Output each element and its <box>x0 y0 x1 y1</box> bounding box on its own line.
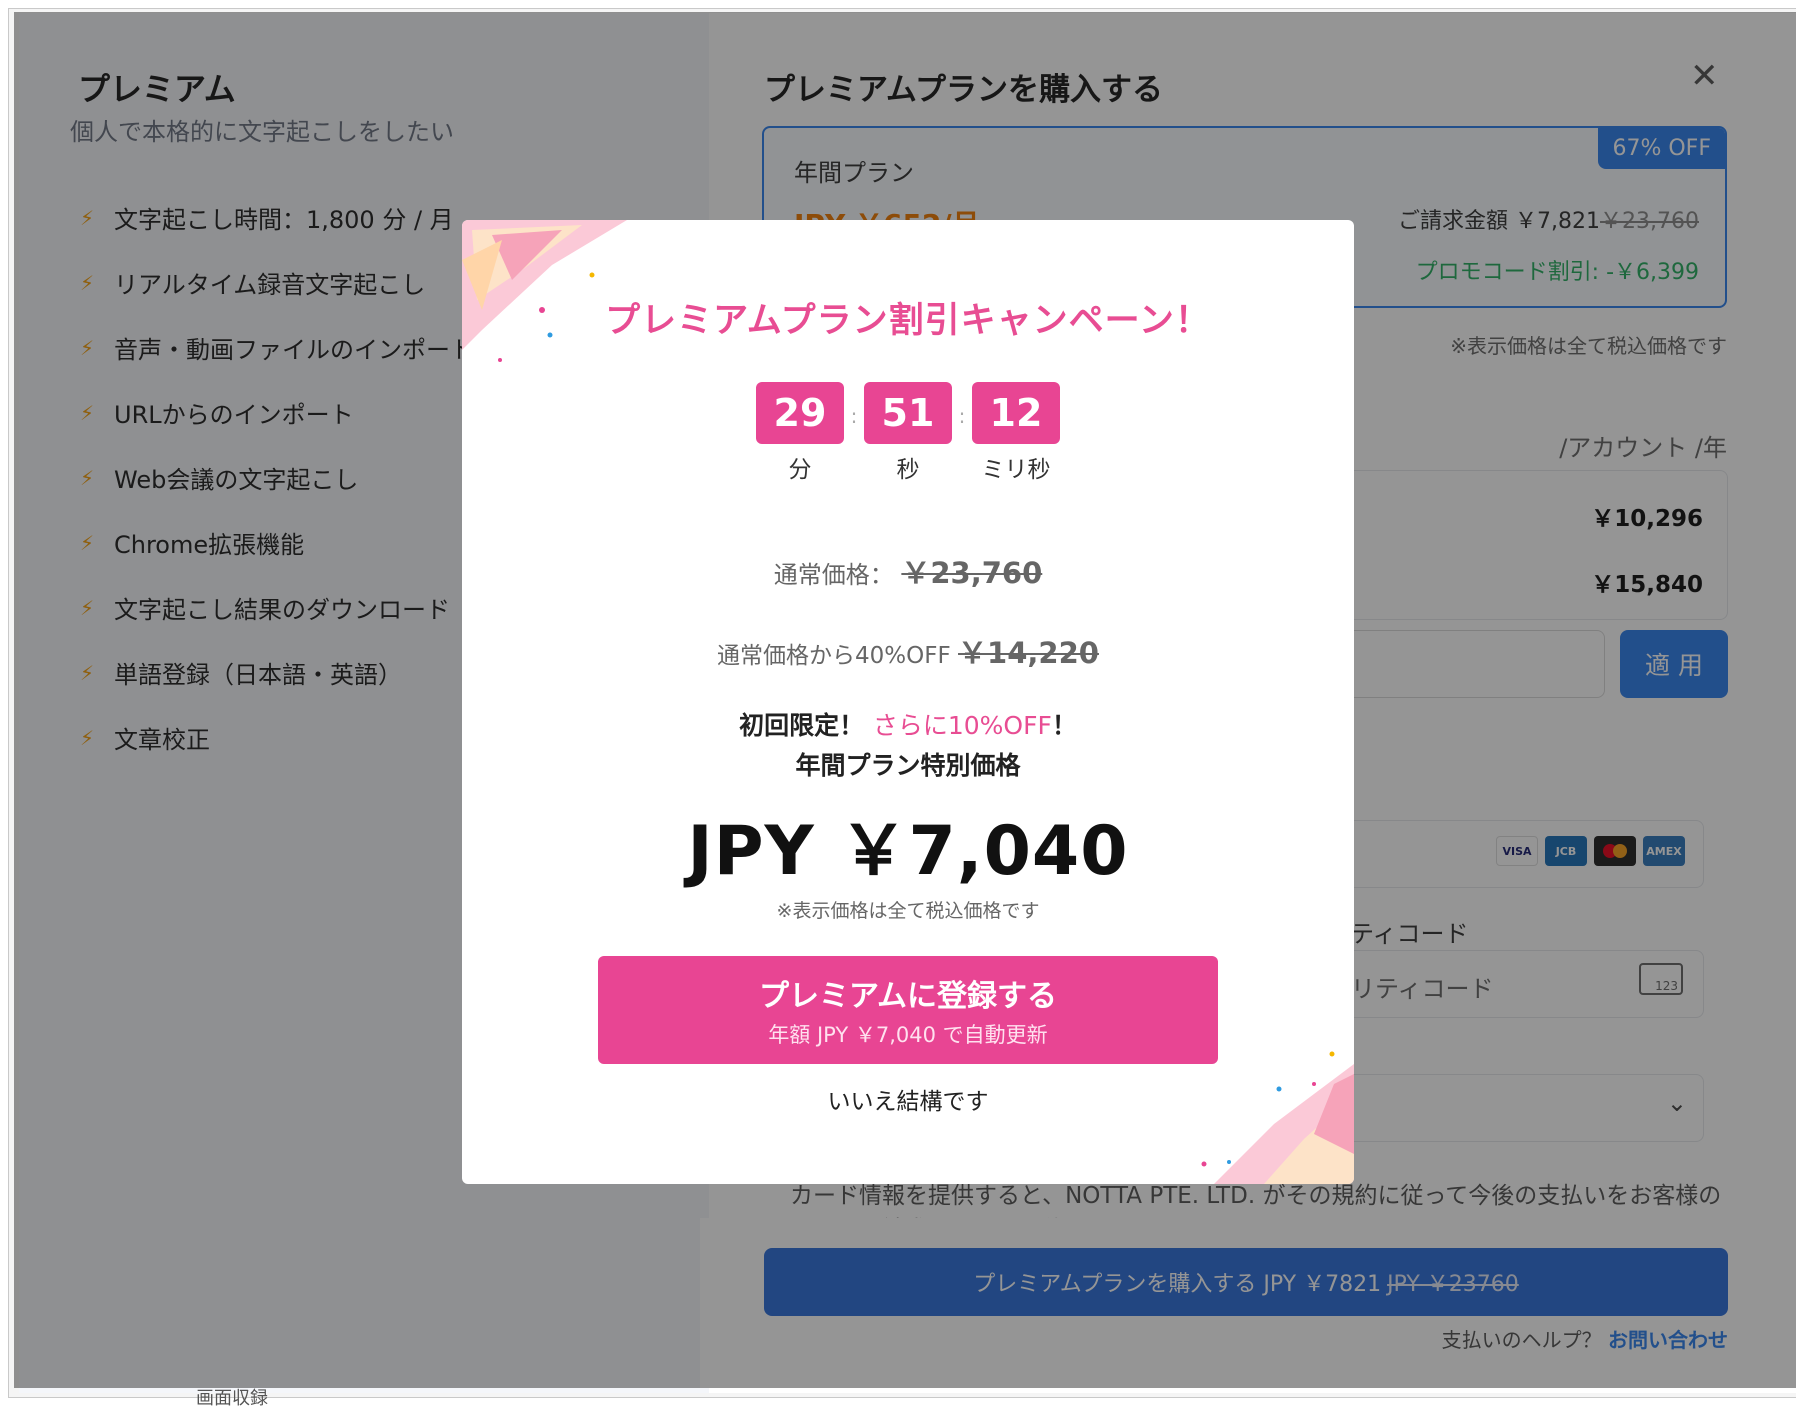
timer-separator: : <box>958 404 966 428</box>
window-edge <box>1796 0 1815 1405</box>
subscribe-premium-button[interactable]: プレミアムに登録する 年額 JPY ￥7,040 で自動更新 <box>598 956 1218 1064</box>
discount-price: 通常価格から40%OFF ￥14,220 <box>717 636 1099 670</box>
timer-seconds: 51 秒 <box>864 382 952 484</box>
timer-milliseconds: 12 ミリ秒 <box>972 382 1060 484</box>
timer-separator: : <box>850 404 858 428</box>
timer-minutes: 29 分 <box>756 382 844 484</box>
decline-link[interactable]: いいえ結構です <box>462 1082 1354 1116</box>
regular-price: 通常価格： ￥23,760 <box>773 556 1043 590</box>
modal-tax-note: ※表示価格は全て税込価格です <box>776 900 1040 922</box>
special-price: JPY ￥7,040 <box>687 812 1129 891</box>
special-price-label: 年間プラン特別価格 <box>795 751 1021 780</box>
campaign-title: プレミアムプラン割引キャンペーン！ <box>605 301 1211 341</box>
countdown-timer: 29 分 : 51 秒 : 12 ミリ秒 <box>756 382 1060 484</box>
campaign-modal: プレミアムプラン割引キャンペーン！ 29 分 : 51 秒 : 12 ミリ秒 通… <box>462 220 1354 1184</box>
first-time-offer: 初回限定！ さらに10%OFF！ <box>739 711 1077 740</box>
